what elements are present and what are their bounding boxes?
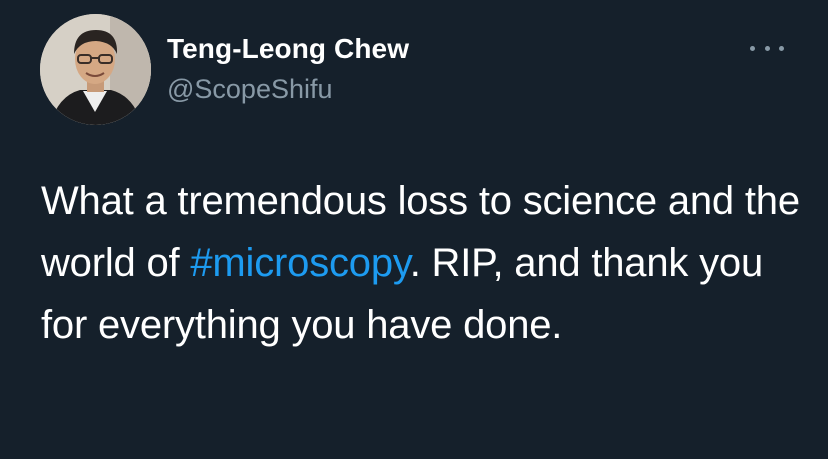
author-display-name[interactable]: Teng-Leong Chew	[167, 32, 409, 66]
author-handle[interactable]: @ScopeShifu	[167, 72, 409, 106]
tweet-card: Teng-Leong Chew @ScopeShifu What a treme…	[0, 0, 828, 459]
tweet-text: What a tremendous loss to science and th…	[41, 170, 801, 356]
dot	[764, 45, 770, 51]
author-block: Teng-Leong Chew @ScopeShifu	[167, 32, 409, 106]
dot	[779, 45, 784, 51]
avatar[interactable]	[40, 14, 151, 125]
more-options-icon[interactable]	[750, 42, 784, 54]
dot	[750, 45, 755, 51]
hashtag-link[interactable]: #microscopy	[190, 241, 410, 285]
profile-photo-icon	[40, 14, 151, 125]
